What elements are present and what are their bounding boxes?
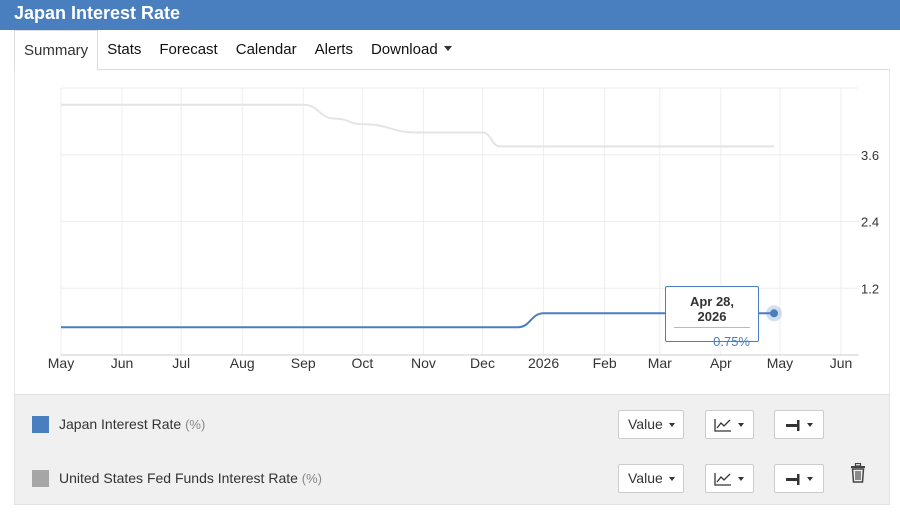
x-tick-label: May [767, 355, 793, 371]
legend-row-japan: Japan Interest Rate (%) Value [15, 404, 889, 444]
series-name: United States Fed Funds Interest Rate [59, 470, 298, 486]
x-tick-label: Mar [648, 355, 672, 371]
line-chart-icon [714, 473, 731, 486]
series-label: Japan Interest Rate (%) [59, 416, 205, 432]
chevron-down-icon [738, 477, 744, 481]
tab-calendar[interactable]: Calendar [227, 30, 306, 70]
united-states-fed-funds-interest-rate-line [61, 103, 775, 148]
x-tick-label: Nov [411, 355, 436, 371]
line-chart-icon [714, 419, 731, 432]
y-tick-label: 2.4 [861, 215, 879, 230]
chart-tooltip: Apr 28, 2026 0.75% [665, 286, 759, 349]
value-dropdown-label: Value [628, 470, 663, 486]
series-label: United States Fed Funds Interest Rate (%… [59, 470, 322, 486]
chevron-down-icon [668, 423, 675, 427]
x-tick-label: Jul [172, 355, 190, 371]
x-tick-label: Sep [291, 355, 316, 371]
tooltip-date: Apr 28, 2026 [674, 294, 750, 328]
chevron-down-icon [807, 477, 813, 481]
series-legend: Japan Interest Rate (%) Value United Sta… [14, 394, 890, 505]
x-tick-label: Feb [593, 355, 617, 371]
chart-type-dropdown[interactable] [705, 410, 754, 439]
x-tick-label: May [48, 355, 74, 371]
x-tick-label: Dec [470, 355, 495, 371]
axis-right-icon [786, 420, 800, 432]
trash-icon[interactable] [850, 463, 866, 483]
y-tick-label: 1.2 [861, 281, 879, 296]
chevron-down-icon [668, 477, 675, 481]
x-tick-label: Jun [111, 355, 134, 371]
x-tick-label: Jun [830, 355, 853, 371]
value-dropdown[interactable]: Value [618, 464, 684, 493]
hover-point [770, 309, 779, 318]
x-tick-label: 2026 [528, 355, 559, 371]
x-tick-label: Aug [230, 355, 255, 371]
value-dropdown[interactable]: Value [618, 410, 684, 439]
chevron-down-icon [443, 46, 452, 51]
chevron-down-icon [807, 423, 813, 427]
series-color-swatch [32, 416, 49, 433]
axis-right-icon [786, 474, 800, 486]
y-tick-label: 3.6 [861, 148, 879, 163]
series-color-swatch [32, 470, 49, 487]
legend-row-us: United States Fed Funds Interest Rate (%… [15, 458, 889, 498]
x-tick-label: Oct [351, 355, 373, 371]
tab-forecast[interactable]: Forecast [150, 30, 226, 70]
series-unit: (%) [301, 471, 323, 486]
chart-area: May Jun Jul Aug Sep Oct Nov Dec 2026 Feb Mar Apr May… [14, 70, 890, 394]
tab-summary[interactable]: Summary [14, 30, 99, 71]
value-dropdown-label: Value [628, 416, 663, 432]
tab-download[interactable]: Download [362, 30, 461, 70]
tab-alerts[interactable]: Alerts [306, 30, 362, 70]
tab-bar: Summary Stats Forecast Calendar Alerts D… [14, 30, 890, 71]
chevron-down-icon [738, 423, 744, 427]
tab-download-label: Download [370, 41, 438, 58]
axis-dropdown[interactable] [774, 464, 824, 493]
line-chart[interactable]: May Jun Jul Aug Sep Oct Nov Dec 2026 Feb Mar Apr May… [15, 70, 889, 394]
chart-type-dropdown[interactable] [705, 464, 754, 493]
series-name: Japan Interest Rate [59, 416, 182, 432]
x-tick-label: Apr [710, 355, 732, 371]
tab-stats[interactable]: Stats [98, 30, 150, 70]
page-title: Japan Interest Rate [0, 0, 900, 30]
axis-dropdown[interactable] [774, 410, 824, 439]
tooltip-value: 0.75% [713, 334, 750, 349]
series-unit: (%) [185, 417, 206, 432]
